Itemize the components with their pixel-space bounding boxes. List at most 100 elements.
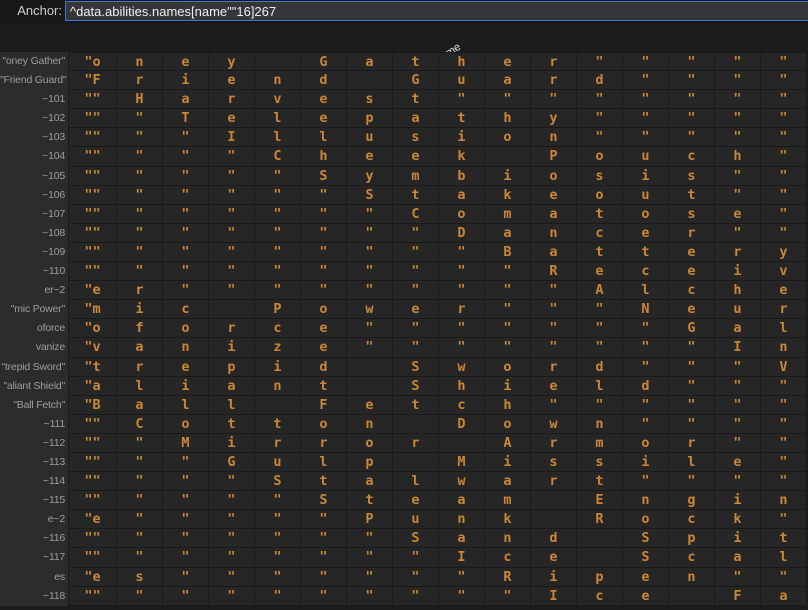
grid-cell[interactable]: c: [577, 224, 623, 243]
grid-cell[interactable]: o: [623, 510, 669, 529]
grid-cell[interactable]: P: [255, 300, 301, 319]
grid-cell[interactable]: i: [209, 434, 255, 453]
grid-cell[interactable]: ": [117, 243, 163, 262]
grid-cell[interactable]: D: [439, 224, 485, 243]
grid-cell[interactable]: ": [485, 300, 531, 319]
grid-cell[interactable]: "": [68, 548, 117, 567]
grid-cell[interactable]: [255, 52, 301, 71]
grid-cell[interactable]: e: [485, 52, 531, 71]
grid-cell[interactable]: e: [669, 300, 715, 319]
grid-cell[interactable]: l: [255, 128, 301, 147]
grid-cell[interactable]: r: [255, 434, 301, 453]
grid-cell[interactable]: ": [117, 147, 163, 166]
grid-cell[interactable]: r: [531, 71, 577, 90]
grid-cell[interactable]: [347, 377, 393, 396]
grid-cell[interactable]: ": [163, 491, 209, 510]
grid-cell[interactable]: ": [347, 224, 393, 243]
grid-cell[interactable]: ": [301, 587, 347, 606]
grid-cell[interactable]: "": [68, 205, 117, 224]
grid-cell[interactable]: ": [715, 472, 761, 491]
grid-cell[interactable]: ": [623, 415, 669, 434]
grid-cell[interactable]: ": [393, 587, 439, 606]
grid-cell[interactable]: ": [623, 128, 669, 147]
grid-cell[interactable]: e: [301, 319, 347, 338]
grid-cell[interactable]: ": [715, 396, 761, 415]
grid-cell[interactable]: N: [623, 300, 669, 319]
row-label[interactable]: ~110: [0, 262, 68, 281]
grid-cell[interactable]: r: [531, 472, 577, 491]
grid-cell[interactable]: u: [255, 453, 301, 472]
grid-cell[interactable]: ": [209, 568, 255, 587]
grid-cell[interactable]: e: [209, 109, 255, 128]
grid-cell[interactable]: c: [485, 548, 531, 567]
grid-cell[interactable]: s: [669, 167, 715, 186]
grid-cell[interactable]: D: [439, 415, 485, 434]
grid-cell[interactable]: ": [623, 396, 669, 415]
grid-cell[interactable]: ": [117, 109, 163, 128]
row-label[interactable]: "oney Gather": [0, 52, 68, 71]
grid-cell[interactable]: ": [761, 186, 807, 205]
grid-cell[interactable]: a: [715, 548, 761, 567]
grid-cell[interactable]: ": [255, 262, 301, 281]
grid-cell[interactable]: ": [715, 415, 761, 434]
grid-cell[interactable]: ": [715, 358, 761, 377]
grid-cell[interactable]: i: [715, 529, 761, 548]
grid-cell[interactable]: c: [669, 510, 715, 529]
grid-cell[interactable]: I: [209, 128, 255, 147]
grid-cell[interactable]: S: [393, 529, 439, 548]
grid-cell[interactable]: ": [117, 491, 163, 510]
grid-cell[interactable]: a: [347, 472, 393, 491]
grid-cell[interactable]: a: [485, 224, 531, 243]
grid-cell[interactable]: m: [485, 491, 531, 510]
grid-cell[interactable]: a: [439, 186, 485, 205]
grid-cell[interactable]: [485, 147, 531, 166]
grid-cell[interactable]: y: [347, 167, 393, 186]
grid-cell[interactable]: s: [117, 568, 163, 587]
grid-cell[interactable]: "": [68, 128, 117, 147]
grid-cell[interactable]: ": [301, 186, 347, 205]
grid-cell[interactable]: t: [347, 491, 393, 510]
grid-cell[interactable]: t: [393, 52, 439, 71]
grid-cell[interactable]: u: [623, 186, 669, 205]
grid-cell[interactable]: [577, 529, 623, 548]
grid-cell[interactable]: ": [761, 90, 807, 109]
grid-cell[interactable]: ": [669, 52, 715, 71]
grid-cell[interactable]: a: [485, 71, 531, 90]
row-label[interactable]: ~107: [0, 205, 68, 224]
grid-cell[interactable]: ": [439, 90, 485, 109]
grid-cell[interactable]: ": [255, 186, 301, 205]
grid-cell[interactable]: n: [163, 338, 209, 357]
grid-cell[interactable]: ": [715, 186, 761, 205]
grid-cell[interactable]: l: [623, 281, 669, 300]
grid-cell[interactable]: a: [117, 338, 163, 357]
row-label[interactable]: ~106: [0, 186, 68, 205]
grid-cell[interactable]: C: [393, 205, 439, 224]
grid-cell[interactable]: o: [485, 415, 531, 434]
grid-cell[interactable]: [531, 491, 577, 510]
grid-cell[interactable]: ": [715, 224, 761, 243]
grid-cell[interactable]: V: [761, 358, 807, 377]
grid-cell[interactable]: ": [301, 281, 347, 300]
grid-cell[interactable]: ": [117, 224, 163, 243]
grid-cell[interactable]: ": [715, 109, 761, 128]
grid-cell[interactable]: s: [577, 453, 623, 472]
grid-cell[interactable]: o: [623, 434, 669, 453]
grid-cell[interactable]: o: [163, 415, 209, 434]
grid-cell[interactable]: c: [623, 262, 669, 281]
grid-cell[interactable]: ": [301, 548, 347, 567]
grid-cell[interactable]: y: [209, 52, 255, 71]
grid-cell[interactable]: ": [301, 205, 347, 224]
grid-cell[interactable]: ": [163, 510, 209, 529]
grid-cell[interactable]: w: [531, 415, 577, 434]
grid-cell[interactable]: ": [669, 358, 715, 377]
grid-cell[interactable]: r: [117, 71, 163, 90]
grid-cell[interactable]: ": [577, 300, 623, 319]
grid-cell[interactable]: ": [715, 568, 761, 587]
row-label[interactable]: ~108: [0, 224, 68, 243]
grid-cell[interactable]: a: [393, 109, 439, 128]
grid-cell[interactable]: h: [301, 147, 347, 166]
grid-cell[interactable]: i: [209, 338, 255, 357]
row-label[interactable]: es: [0, 568, 68, 587]
grid-cell[interactable]: e: [669, 262, 715, 281]
grid-cell[interactable]: ": [623, 109, 669, 128]
